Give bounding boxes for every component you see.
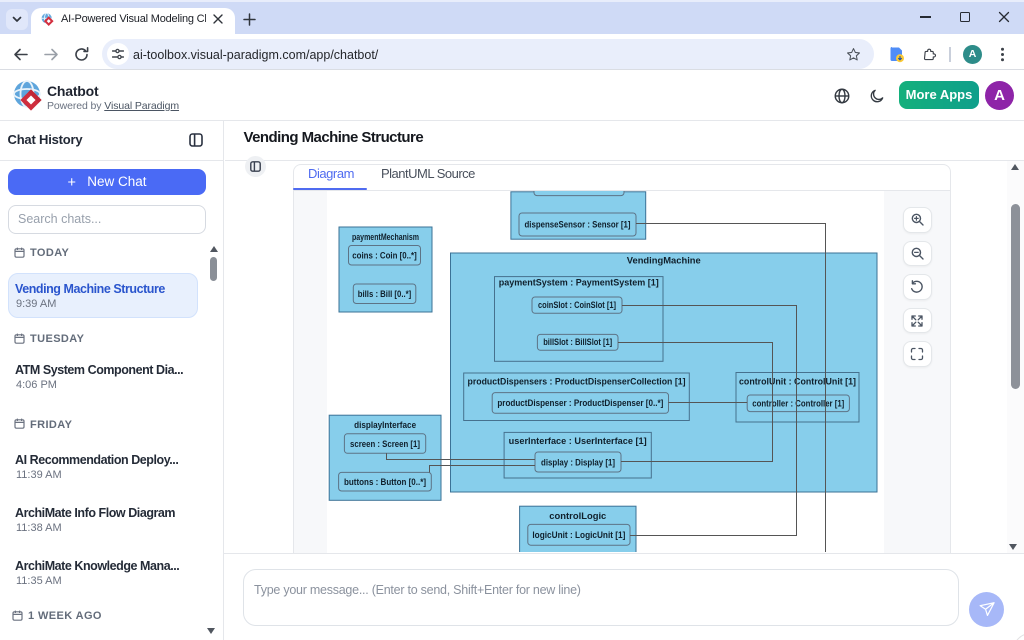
- svg-text:screen : Screen [1]: screen : Screen [1]: [350, 439, 420, 449]
- svg-text:paymentSystem : PaymentSystem: paymentSystem : PaymentSystem [1]: [499, 278, 659, 288]
- svg-text:billSlot : BillSlot [1]: billSlot : BillSlot [1]: [543, 337, 612, 347]
- svg-text:controller : Controller [1]: controller : Controller [1]: [752, 399, 844, 409]
- svg-text:buttons : Button [0..*]: buttons : Button [0..*]: [344, 477, 426, 487]
- svg-text:productDispensers : ProductDis: productDispensers : ProductDispenserColl…: [468, 377, 686, 387]
- svg-text:productDispenser : ProductDisp: productDispenser : ProductDispenser [0..…: [497, 398, 663, 408]
- svg-text:logicUnit : LogicUnit [1]: logicUnit : LogicUnit [1]: [532, 530, 625, 540]
- svg-text:display : Display [1]: display : Display [1]: [541, 458, 615, 468]
- svg-text:userInterface : UserInterface: userInterface : UserInterface [1]: [509, 436, 647, 446]
- svg-text:dispenseSensor : Sensor [1]: dispenseSensor : Sensor [1]: [525, 220, 631, 230]
- svg-text:controlUnit : ControlUnit [1]: controlUnit : ControlUnit [1]: [739, 377, 856, 387]
- svg-text:bills : Bill [0..*]: bills : Bill [0..*]: [358, 289, 412, 299]
- svg-text:VendingMachine: VendingMachine: [627, 256, 701, 266]
- svg-text:controlLogic: controlLogic: [549, 511, 606, 521]
- svg-text:coins : Coin [0..*]: coins : Coin [0..*]: [352, 251, 417, 261]
- svg-text:displayInterface: displayInterface: [354, 420, 416, 430]
- svg-text:coinSlot : CoinSlot [1]: coinSlot : CoinSlot [1]: [538, 300, 616, 310]
- svg-text:paymentMechanism: paymentMechanism: [352, 232, 419, 242]
